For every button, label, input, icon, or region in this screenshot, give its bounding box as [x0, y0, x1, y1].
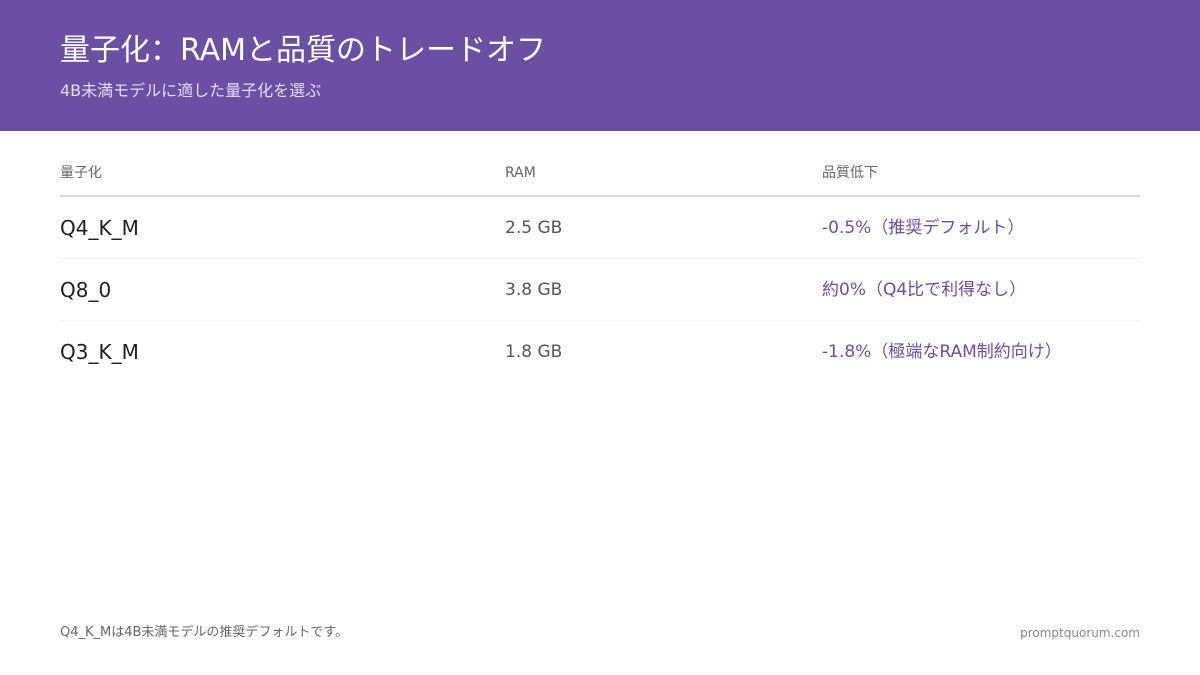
quantization-cell: Q8_0	[60, 278, 112, 302]
quantization-cell: Q3_K_M	[60, 340, 139, 364]
column-header-quantization: 量子化	[60, 165, 102, 181]
column-header-quality-loss: 品質低下	[822, 165, 878, 181]
table-row: Q4_K_M 2.5 GB -0.5%（推奨デフォルト）	[60, 197, 1140, 259]
ram-cell: 2.5 GB	[505, 218, 563, 238]
quantization-table: 量子化 RAM 品質低下 Q4_K_M 2.5 GB -0.5%（推奨デフォルト…	[60, 160, 1140, 382]
quality-loss-cell: -0.5%（推奨デフォルト）	[822, 218, 1025, 238]
quality-loss-cell: -1.8%（極端なRAM制約向け）	[822, 342, 1062, 362]
quantization-cell: Q4_K_M	[60, 216, 139, 240]
ram-cell: 3.8 GB	[505, 280, 563, 300]
table-header: 量子化 RAM 品質低下	[60, 160, 1140, 197]
page-title: 量子化：RAMと品質のトレードオフ	[60, 33, 547, 68]
page-subtitle: 4B未満モデルに適した量子化を選ぶ	[60, 81, 322, 100]
ram-cell: 1.8 GB	[505, 342, 563, 362]
column-header-ram: RAM	[505, 165, 536, 181]
footnote: Q4_K_Mは4B未満モデルの推奨デフォルトです。	[60, 625, 349, 640]
table-row: Q8_0 3.8 GB 約0%（Q4比で利得なし）	[60, 259, 1140, 321]
table-row: Q3_K_M 1.8 GB -1.8%（極端なRAM制約向け）	[60, 321, 1140, 382]
quality-loss-cell: 約0%（Q4比で利得なし）	[822, 280, 1027, 300]
site-attribution: promptquorum.com	[1020, 626, 1140, 640]
header-banner: 量子化：RAMと品質のトレードオフ 4B未満モデルに適した量子化を選ぶ	[0, 0, 1200, 131]
